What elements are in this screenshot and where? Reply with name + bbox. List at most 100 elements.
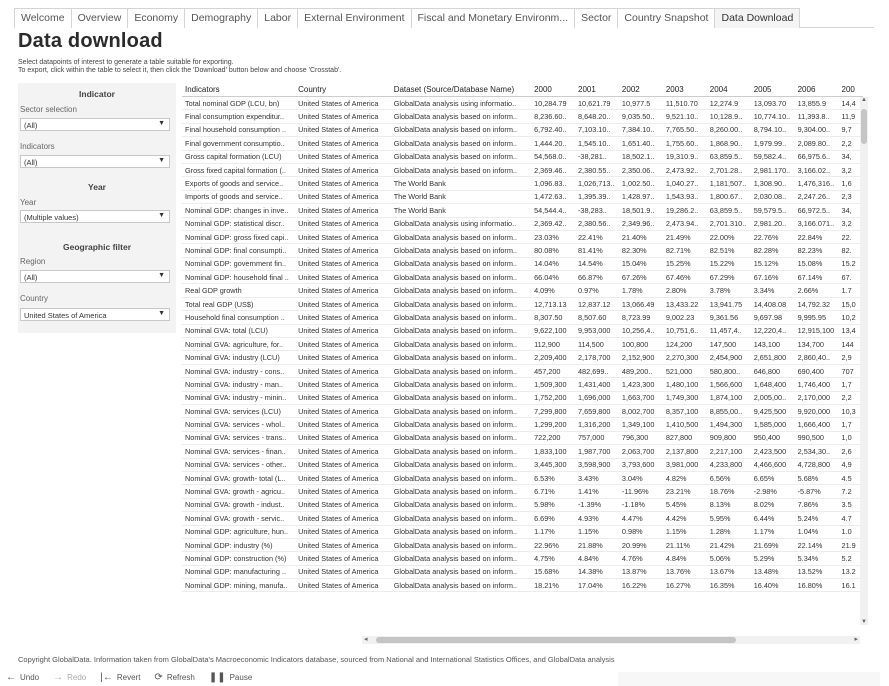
table-cell[interactable]: 9,995.95 — [795, 313, 839, 322]
table-cell[interactable]: 63,859.5.. — [707, 152, 751, 161]
table-row[interactable]: Nominal GVA: industry - cons.. United Sta… — [182, 365, 863, 379]
table-cell[interactable]: Final government consumptio.. — [182, 139, 295, 148]
table-cell[interactable]: Nominal GDP: changes in inve.. — [182, 206, 295, 215]
table-cell[interactable]: 22.00% — [707, 233, 751, 242]
table-cell[interactable]: 13,855.9 — [795, 99, 839, 108]
table-cell[interactable]: 3.04% — [619, 474, 663, 483]
table-cell[interactable]: 15.22% — [707, 259, 751, 268]
table-cell[interactable]: 12,274.9 — [707, 99, 751, 108]
table-row[interactable]: Nominal GDP: government fin.. United Stat… — [182, 258, 863, 272]
table-cell[interactable]: 6.56% — [707, 474, 751, 483]
table-cell[interactable]: 67.29% — [707, 273, 751, 282]
column-header[interactable]: 2003 — [663, 85, 707, 94]
table-cell[interactable]: 9,521.10.. — [663, 112, 707, 121]
table-cell[interactable]: 66,972.5.. — [795, 206, 839, 215]
table-cell[interactable]: 63,859.5.. — [707, 206, 751, 215]
table-cell[interactable]: 14,792.32 — [795, 300, 839, 309]
table-cell[interactable]: 1,868.90.. — [707, 139, 751, 148]
table-cell[interactable]: Nominal GDP: mining, manufa.. — [182, 581, 295, 590]
table-cell[interactable]: 2,170,000 — [795, 393, 839, 402]
table-cell[interactable]: United States of America — [295, 500, 391, 509]
table-cell[interactable]: GlobalData analysis based on inform.. — [391, 407, 531, 416]
table-cell[interactable]: GlobalData analysis using informatio.. — [391, 99, 531, 108]
table-cell[interactable]: GlobalData analysis based on inform.. — [391, 233, 531, 242]
table-cell[interactable]: 7,659,800 — [575, 407, 619, 416]
table-cell[interactable]: 9,697.98 — [751, 313, 795, 322]
table-cell[interactable]: GlobalData analysis based on inform.. — [391, 166, 531, 175]
table-cell[interactable]: 0.98% — [619, 527, 663, 536]
tab-overview[interactable]: Overview — [70, 8, 129, 28]
table-cell[interactable]: 2,089.80.. — [795, 139, 839, 148]
table-cell[interactable]: GlobalData analysis based on inform.. — [391, 541, 531, 550]
table-cell[interactable]: 757,000 — [575, 433, 619, 442]
table-cell[interactable]: Nominal GVA: industry - cons.. — [182, 367, 295, 376]
table-row[interactable]: Nominal GDP: statistical discr.. United S… — [182, 218, 863, 231]
table-cell[interactable]: 143,100 — [751, 340, 795, 349]
table-cell[interactable]: 1,096.83.. — [531, 179, 575, 188]
table-cell[interactable]: 7,384.10.. — [619, 125, 663, 134]
table-row[interactable]: Nominal GVA: services - trans.. United St… — [182, 432, 863, 446]
table-cell[interactable]: 1,755.60.. — [663, 139, 707, 148]
table-row[interactable]: Total real GDP (US$) United States of Ame… — [182, 298, 863, 312]
table-cell[interactable]: 10,284.79 — [531, 99, 575, 108]
table-cell[interactable]: 1.78% — [619, 286, 663, 295]
scroll-down-arrow-icon[interactable]: ▼ — [860, 619, 868, 625]
table-cell[interactable]: 2,473.94.. — [663, 219, 707, 228]
table-cell[interactable]: 5.45% — [663, 500, 707, 509]
table-cell[interactable]: 2,350.06.. — [619, 166, 663, 175]
vertical-scroll-thumb[interactable] — [861, 109, 867, 144]
scroll-left-arrow-icon[interactable]: ◂ — [364, 635, 368, 643]
table-row[interactable]: Nominal GDP: construction (%) United Stat… — [182, 552, 863, 566]
table-cell[interactable]: 67.26% — [619, 273, 663, 282]
table-cell[interactable]: 3.78% — [707, 286, 751, 295]
table-cell[interactable]: 1,299,200 — [531, 420, 575, 429]
table-cell[interactable]: 80.08% — [531, 246, 575, 255]
table-cell[interactable]: United States of America — [295, 460, 391, 469]
table-cell[interactable]: GlobalData analysis based on inform.. — [391, 460, 531, 469]
table-cell[interactable]: 1,800.67.. — [707, 192, 751, 201]
table-cell[interactable]: 2,178,700 — [575, 353, 619, 362]
table-cell[interactable]: 67.14% — [795, 273, 839, 282]
region-dropdown[interactable]: (All) ▼ — [20, 270, 170, 283]
table-cell[interactable]: 1,696,000 — [575, 393, 619, 402]
table-cell[interactable]: 6.53% — [531, 474, 575, 483]
table-cell[interactable]: 4.42% — [663, 514, 707, 523]
table-cell[interactable]: Nominal GVA: growth - servic.. — [182, 514, 295, 523]
table-cell[interactable]: United States of America — [295, 487, 391, 496]
table-row[interactable]: Total nominal GDP (LCU, bn) United States… — [182, 97, 863, 111]
table-cell[interactable]: United States of America — [295, 112, 391, 121]
table-cell[interactable]: GlobalData analysis based on inform.. — [391, 393, 531, 402]
indicators-dropdown[interactable]: (All) ▼ — [20, 155, 170, 168]
table-cell[interactable]: 1.28% — [707, 527, 751, 536]
table-cell[interactable]: 16.35% — [707, 581, 751, 590]
table-row[interactable]: Nominal GVA: services - finan.. United St… — [182, 445, 863, 459]
table-body[interactable]: Total nominal GDP (LCU, bn) United States… — [182, 97, 863, 593]
table-cell[interactable]: 6,792.40.. — [531, 125, 575, 134]
table-row[interactable]: Nominal GVA: industry - minin.. United St… — [182, 392, 863, 405]
table-cell[interactable]: Nominal GDP: gross fixed capi.. — [182, 233, 295, 242]
table-cell[interactable]: 54,568.0.. — [531, 152, 575, 161]
table-cell[interactable]: 1,316,200 — [575, 420, 619, 429]
table-cell[interactable]: United States of America — [295, 273, 391, 282]
tab-welcome[interactable]: Welcome — [14, 8, 72, 28]
table-cell[interactable]: 82.30% — [619, 246, 663, 255]
table-row[interactable]: Real GDP growth United States of America G… — [182, 284, 863, 298]
table-cell[interactable]: The World Bank — [391, 179, 531, 188]
table-cell[interactable]: GlobalData analysis based on inform.. — [391, 300, 531, 309]
table-cell[interactable]: 8,236.60.. — [531, 112, 575, 121]
table-cell[interactable]: 2,349.96.. — [619, 219, 663, 228]
table-cell[interactable]: 1,472.63.. — [531, 192, 575, 201]
table-cell[interactable]: United States of America — [295, 286, 391, 295]
table-row[interactable]: Nominal GVA: industry - man.. United Stat… — [182, 378, 863, 392]
table-row[interactable]: Nominal GVA: services - other.. United St… — [182, 459, 863, 472]
column-header[interactable]: 200 — [839, 85, 863, 94]
table-cell[interactable]: GlobalData analysis based on inform.. — [391, 447, 531, 456]
table-cell[interactable]: 18,502.1.. — [619, 152, 663, 161]
table-cell[interactable]: 482,699.. — [575, 367, 619, 376]
table-cell[interactable]: 59,582.4.. — [751, 152, 795, 161]
table-cell[interactable]: 19,310.9.. — [663, 152, 707, 161]
table-cell[interactable]: 13.52% — [795, 567, 839, 576]
table-cell[interactable]: 8,507.60 — [575, 313, 619, 322]
table-cell[interactable]: 8,260.00.. — [707, 125, 751, 134]
table-cell[interactable]: 4,466,600 — [751, 460, 795, 469]
